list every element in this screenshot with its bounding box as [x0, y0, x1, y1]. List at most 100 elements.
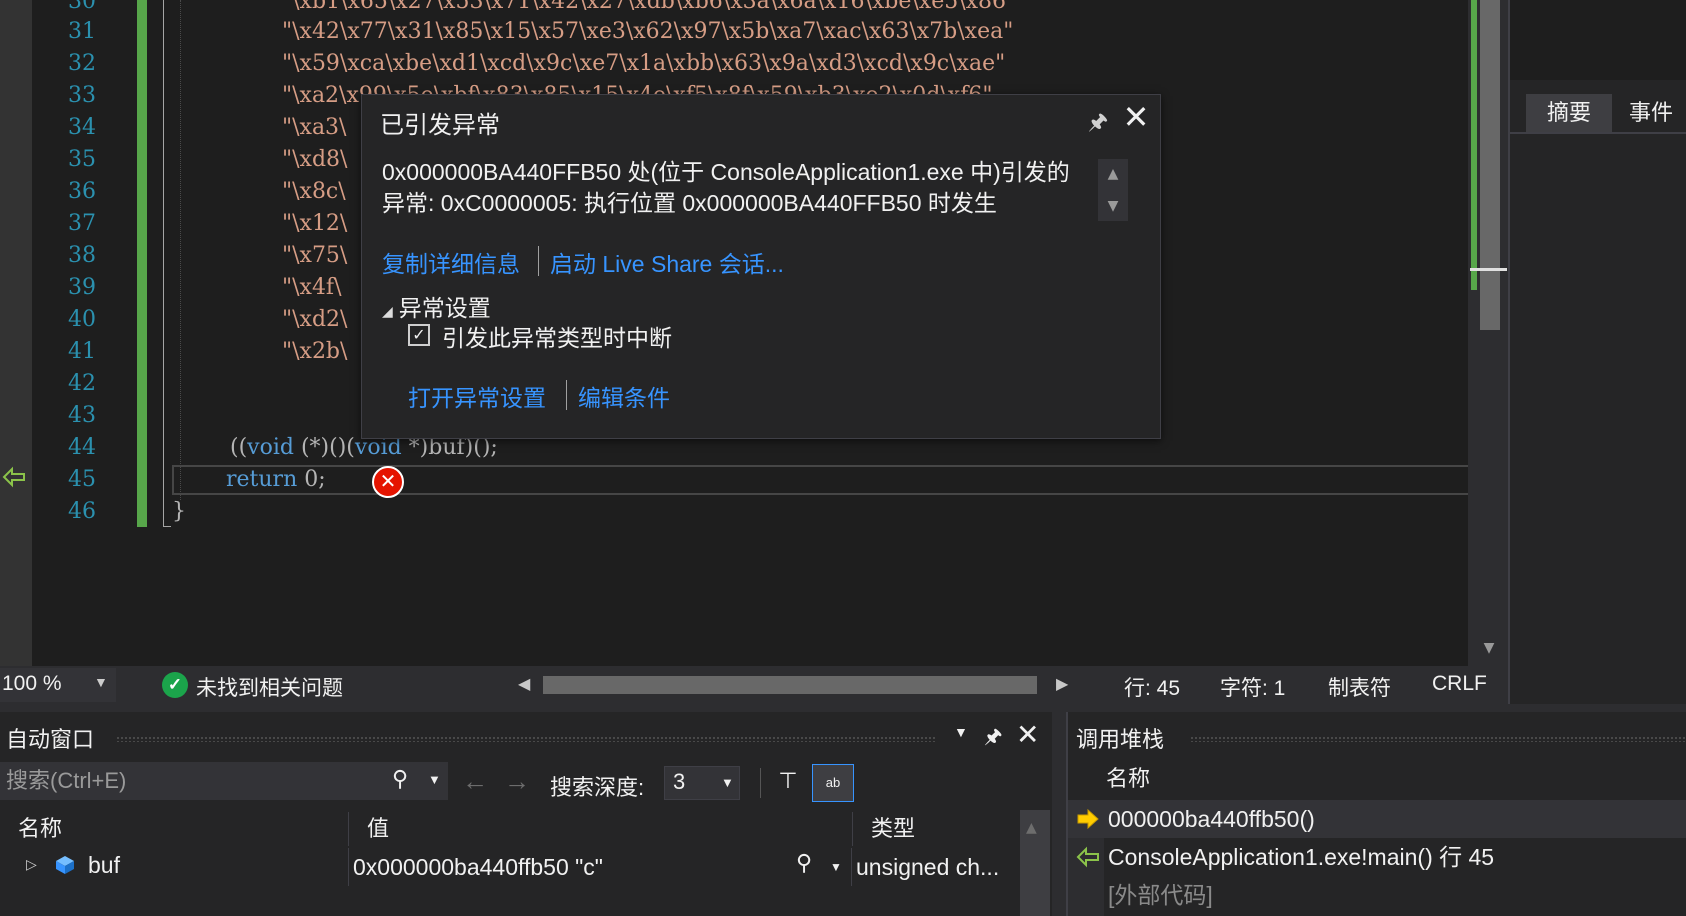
break-on-exception-label[interactable]: 引发此异常类型时中断: [442, 319, 672, 353]
chevron-down-icon[interactable]: ▼: [721, 775, 734, 790]
editor-status-bar: 100 % ▼ ✓ 未找到相关问题 ◀ ▶ 行: 45 字符: 1 制表符 CR…: [0, 666, 1508, 704]
column-header-name[interactable]: 名称: [1106, 762, 1150, 796]
code-line-36[interactable]: "\x8c\: [282, 176, 346, 208]
exception-message-scrollbar[interactable]: ▲ ▼: [1098, 159, 1128, 221]
current-frame-arrow-icon: [1077, 808, 1099, 830]
scroll-right-icon[interactable]: ▶: [1056, 674, 1068, 694]
edit-conditions-link[interactable]: 编辑条件: [578, 379, 670, 413]
tab-summary[interactable]: 摘要: [1526, 94, 1612, 132]
panel-splitter[interactable]: [1052, 712, 1066, 916]
exception-message: 0x000000BA440FFB50 处(位于 ConsoleApplicati…: [382, 159, 1070, 216]
zoom-value: 100 %: [2, 672, 62, 695]
check-circle-icon[interactable]: ✓: [162, 672, 188, 698]
visualizer-magnifier-icon[interactable]: ⚲: [796, 850, 812, 876]
exception-settings-header[interactable]: ◢ 异常设置: [382, 289, 491, 323]
line-ending-indicator[interactable]: CRLF: [1432, 672, 1487, 696]
tab-events[interactable]: 事件: [1614, 94, 1686, 132]
search-icon[interactable]: ⚲: [392, 766, 408, 792]
return-frame-arrow-icon: [1076, 846, 1099, 868]
call-stack-frame[interactable]: [外部代码]: [1068, 876, 1686, 914]
chevron-down-icon[interactable]: ▼: [428, 772, 441, 787]
hex-display-icon[interactable]: ab: [812, 764, 854, 802]
open-exception-settings-link[interactable]: 打开异常设置: [408, 379, 546, 413]
line-number: 38: [68, 243, 96, 268]
line-number: 37: [68, 211, 96, 236]
code-line-38[interactable]: "\x75\: [282, 240, 347, 272]
drag-grip[interactable]: [1190, 736, 1686, 742]
code-token: 0;: [297, 467, 326, 492]
frame-label: ConsoleApplication1.exe!main() 行 45: [1108, 844, 1495, 870]
scroll-down-icon[interactable]: ▼: [1478, 640, 1500, 658]
caret-position-marker: [1470, 268, 1507, 271]
search-input[interactable]: [6, 766, 386, 796]
pin-icon[interactable]: 🖈: [1086, 105, 1110, 135]
call-stack-frame[interactable]: ConsoleApplication1.exe!main() 行 45: [1068, 838, 1686, 876]
search-depth-label: 搜索深度:: [550, 775, 645, 800]
arrow-right-icon[interactable]: →: [504, 766, 530, 797]
indent-guide: [180, 0, 181, 500]
line-number: 35: [68, 147, 96, 172]
code-line-35[interactable]: "\xd8\: [282, 144, 347, 176]
frame-label: 000000ba440ffb50(): [1108, 806, 1315, 832]
code-line-32[interactable]: "\x59\xca\xbe\xd1\xcd\x9c\xe7\x1a\xbb\x6…: [282, 48, 1005, 80]
zoom-dropdown[interactable]: 100 % ▼: [0, 668, 116, 702]
scroll-up-icon[interactable]: ▲: [1098, 159, 1128, 189]
line-number: 34: [68, 115, 96, 140]
code-token: )(: [337, 435, 355, 460]
scroll-up-icon[interactable]: ▲: [1026, 820, 1037, 836]
line-number: 42: [68, 371, 96, 396]
scrollbar-change-marker: [1471, 0, 1477, 290]
column-indicator[interactable]: 字符: 1: [1220, 672, 1285, 702]
variable-value[interactable]: 0x000000ba440ffb50 "c": [348, 848, 852, 886]
code-line-45[interactable]: return 0;: [226, 464, 326, 496]
line-number: 43: [68, 403, 96, 428]
close-icon[interactable]: ✕: [1016, 718, 1039, 751]
search-depth-dropdown[interactable]: 3 ▼: [664, 766, 740, 800]
scroll-left-icon[interactable]: ◀: [518, 674, 530, 694]
autos-search-box[interactable]: ⚲ ▼: [0, 762, 448, 800]
editor-glyph-margin[interactable]: [0, 0, 32, 666]
scroll-down-icon[interactable]: ▼: [1098, 191, 1128, 221]
column-header-name[interactable]: 名称: [0, 812, 348, 846]
code-keyword: return: [226, 467, 298, 492]
variable-name: buf: [88, 852, 120, 878]
column-header-type[interactable]: 类型: [852, 812, 1016, 846]
horizontal-scroll-thumb[interactable]: [543, 676, 1037, 694]
close-icon[interactable]: ✕: [1120, 101, 1152, 133]
drag-grip[interactable]: [116, 736, 936, 742]
line-indicator[interactable]: 行: 45: [1124, 672, 1180, 702]
window-menu-icon[interactable]: ▼: [954, 724, 968, 740]
code-line-37[interactable]: "\x12\: [282, 208, 347, 240]
chevron-down-icon[interactable]: ▼: [94, 674, 108, 690]
variable-type: unsigned ch...: [856, 854, 1000, 880]
code-line-41[interactable]: "\x2b\: [282, 336, 347, 368]
call-stack-window: 调用堆栈 名称 000000ba440ffb50() ConsoleApplic…: [1066, 712, 1686, 916]
autos-window: 自动窗口 ▼ 🖈 ✕ ⚲ ▼ ← → 搜索深度: 3 ▼ ⊤ ab 名称 值 类…: [0, 712, 1052, 916]
code-line-40[interactable]: "\xd2\: [282, 304, 347, 336]
break-on-exception-checkbox[interactable]: ✓: [408, 324, 430, 346]
code-editor[interactable]: 30 31 32 33 34 35 36 37 38 39 40 41 42 4…: [0, 0, 1468, 666]
column-header-value[interactable]: 值: [348, 812, 852, 846]
code-line-39[interactable]: "\x4f\: [282, 272, 342, 304]
code-line-34[interactable]: "\xa3\: [282, 112, 346, 144]
table-row[interactable]: ▷ buf 0x000000ba440ffb50 "c" ⚲ ▼ unsigne…: [0, 848, 1016, 886]
collapse-triangle-icon[interactable]: ◢: [382, 303, 393, 319]
line-number: 41: [68, 339, 96, 364]
code-keyword: void: [247, 435, 294, 460]
expand-arrow-icon[interactable]: ▷: [26, 856, 37, 873]
pin-icon[interactable]: 🖈: [984, 722, 1003, 756]
error-icon[interactable]: ✕: [372, 466, 404, 498]
chevron-down-icon[interactable]: ▼: [830, 860, 842, 874]
tabs-indicator[interactable]: 制表符: [1328, 672, 1391, 702]
start-live-share-link[interactable]: 启动 Live Share 会话...: [550, 245, 784, 279]
copy-details-link[interactable]: 复制详细信息: [382, 245, 520, 279]
issues-status[interactable]: 未找到相关问题: [196, 672, 343, 702]
arrow-left-icon[interactable]: ←: [462, 766, 488, 797]
pin-filter-icon[interactable]: ⊤: [772, 768, 804, 798]
editor-scroll-thumb[interactable]: [1480, 0, 1500, 330]
code-line-46[interactable]: }: [172, 496, 186, 528]
outline-fold-line: [163, 0, 164, 520]
code-line-31[interactable]: "\x42\x77\x31\x85\x15\x57\xe3\x62\x97\x5…: [282, 16, 1013, 48]
exception-settings-label: 异常设置: [398, 295, 491, 321]
call-stack-frame[interactable]: 000000ba440ffb50(): [1068, 800, 1686, 838]
